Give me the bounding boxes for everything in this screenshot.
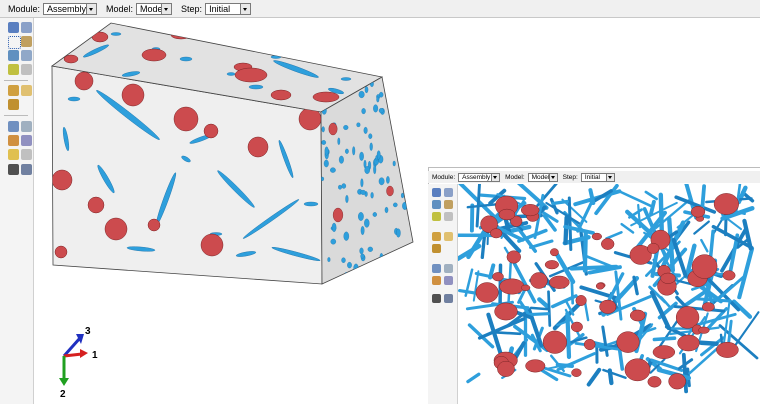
constraint-icon[interactable]: [432, 232, 441, 241]
axis-icon[interactable]: [444, 294, 453, 303]
feature-icon[interactable]: [8, 121, 19, 132]
csys-icon[interactable]: [8, 164, 19, 175]
surface-icon[interactable]: [8, 149, 19, 160]
inset-toolbox-panel: [428, 184, 458, 404]
step-value: Initial: [209, 3, 231, 14]
toolbox-panel: [0, 18, 34, 404]
merge-icon[interactable]: [8, 64, 19, 75]
feature-icon[interactable]: [432, 264, 441, 273]
query-icon[interactable]: [21, 149, 32, 160]
pattern-icon[interactable]: [21, 50, 32, 61]
partition-icon[interactable]: [8, 135, 19, 146]
module-value: Assembly: [47, 3, 87, 14]
partition-icon[interactable]: [432, 276, 441, 285]
module-label: Module:: [8, 3, 41, 14]
axis-1-line: [63, 352, 83, 358]
chevron-down-icon: [240, 3, 251, 14]
instance-icon[interactable]: [432, 188, 441, 197]
rotate-icon[interactable]: [8, 50, 19, 61]
inset-module-label: Module:: [432, 173, 456, 181]
cut-icon[interactable]: [21, 64, 32, 75]
inset-model-viewport[interactable]: [458, 184, 760, 404]
coincident-icon[interactable]: [444, 232, 453, 241]
inset-step-select[interactable]: Initial: [580, 172, 615, 182]
edit-icon[interactable]: [432, 244, 441, 253]
step-label: Step:: [181, 3, 203, 14]
inset-model-select[interactable]: Model-1: [527, 172, 558, 182]
coincident-icon[interactable]: [21, 85, 32, 96]
module-select[interactable]: Assembly: [43, 2, 98, 15]
axis-1-label: 1: [92, 350, 98, 361]
grid-icon[interactable]: [444, 188, 453, 197]
edit-icon[interactable]: [8, 99, 19, 110]
cut-icon[interactable]: [444, 212, 453, 221]
context-toolbar: Module: Assembly Model: Model-1 Step: In…: [0, 0, 760, 18]
rotate-icon[interactable]: [432, 200, 441, 209]
inset-model-value: Model-1: [531, 173, 549, 181]
instance-icon[interactable]: [8, 22, 19, 33]
chevron-down-icon: [161, 3, 172, 14]
grid-icon[interactable]: [21, 22, 32, 33]
view-triad: 3 1 2: [59, 326, 98, 400]
csys-icon[interactable]: [432, 294, 441, 303]
chevron-down-icon: [548, 173, 557, 181]
step-select[interactable]: Initial: [205, 2, 252, 15]
axis-3-label: 3: [85, 326, 91, 337]
circle-select-icon[interactable]: [8, 36, 21, 49]
chevron-down-icon: [86, 3, 97, 14]
datum-icon[interactable]: [444, 264, 453, 273]
inset-step-label: Step:: [562, 173, 578, 181]
set-icon[interactable]: [21, 135, 32, 146]
datum-icon[interactable]: [21, 121, 32, 132]
chevron-down-icon: [605, 173, 614, 181]
translate-icon[interactable]: [21, 36, 32, 47]
inset-particle-cloud: [475, 193, 739, 390]
inset-step-value: Initial: [584, 173, 601, 181]
chevron-down-icon: [491, 173, 500, 181]
inset-module-value: Assembly: [462, 173, 491, 181]
axis-icon[interactable]: [21, 164, 32, 175]
inset-context-toolbar: Module: Assembly Model: Model-1 Step: In…: [428, 171, 760, 183]
axis-2-label: 2: [60, 389, 66, 400]
model-value: Model-1: [140, 3, 162, 14]
inset-model-label: Model:: [505, 173, 525, 181]
set-icon[interactable]: [444, 276, 453, 285]
constraint-icon[interactable]: [8, 85, 19, 96]
merge-icon[interactable]: [432, 212, 441, 221]
model-select[interactable]: Model-1: [136, 2, 173, 15]
model-label: Model:: [106, 3, 134, 14]
block-side-face: [320, 76, 414, 285]
translate-icon[interactable]: [444, 200, 453, 209]
inset-module-select[interactable]: Assembly: [458, 172, 501, 182]
